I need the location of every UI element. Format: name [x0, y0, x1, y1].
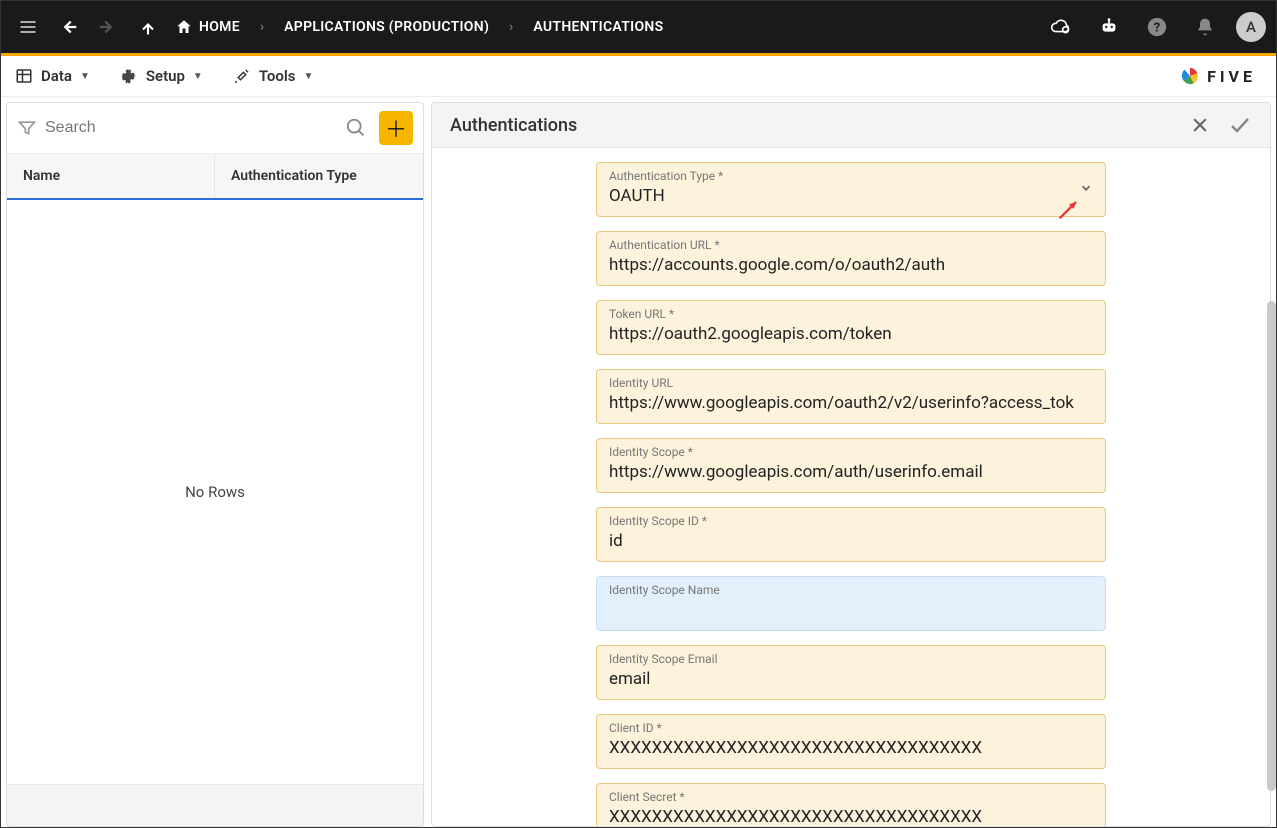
field-label: Client Secret * [609, 790, 1093, 804]
search-icon[interactable] [345, 117, 367, 139]
field-value: https://oauth2.googleapis.com/token [609, 324, 1093, 346]
field-identity-scope[interactable]: Identity Scope * https://www.googleapis.… [596, 438, 1106, 493]
field-label: Authentication URL * [609, 238, 1093, 252]
detail-panel: Authentications Authentication Type * OA… [431, 102, 1271, 827]
field-value: XXXXXXXXXXXXXXXXXXXXXXXXXXXXXXXXXXX [609, 738, 1093, 760]
search-input[interactable] [45, 119, 337, 137]
home-icon [175, 18, 193, 36]
pinwheel-icon [1179, 65, 1201, 87]
field-value: email [609, 669, 1093, 691]
brand-logo: FIVE [1179, 65, 1256, 87]
field-value: XXXXXXXXXXXXXXXXXXXXXXXXXXXXXXXXXXX [609, 807, 1093, 826]
breadcrumb: HOME › APPLICATIONS (PRODUCTION) › AUTHE… [175, 18, 663, 36]
field-value: https://accounts.google.com/o/oauth2/aut… [609, 255, 1093, 277]
chevron-down-icon: ▼ [193, 71, 203, 82]
scrollbar[interactable] [1267, 301, 1276, 791]
field-label: Authentication Type * [609, 169, 1093, 183]
gear-icon [120, 67, 138, 85]
up-arrow-icon[interactable] [131, 10, 165, 44]
menu-setup[interactable]: Setup ▼ [120, 67, 203, 85]
field-label: Token URL * [609, 307, 1093, 321]
field-token-url[interactable]: Token URL * https://oauth2.googleapis.co… [596, 300, 1106, 355]
field-value: https://www.googleapis.com/oauth2/v2/use… [609, 393, 1093, 415]
detail-header: Authentications [432, 103, 1270, 148]
chevron-down-icon: ▼ [80, 71, 90, 82]
breadcrumb-authentications-label: AUTHENTICATIONS [533, 19, 663, 35]
menu-setup-label: Setup [146, 67, 185, 85]
breadcrumb-authentications[interactable]: AUTHENTICATIONS [533, 19, 663, 35]
field-value: OAUTH [609, 186, 1093, 208]
help-icon[interactable]: ? [1140, 10, 1174, 44]
field-label: Identity URL [609, 376, 1093, 390]
menu-tools[interactable]: Tools ▼ [233, 67, 314, 85]
list-footer [7, 784, 423, 826]
field-client-id[interactable]: Client ID * XXXXXXXXXXXXXXXXXXXXXXXXXXXX… [596, 714, 1106, 769]
table-icon [15, 67, 33, 85]
breadcrumb-applications[interactable]: APPLICATIONS (PRODUCTION) [284, 19, 489, 35]
search-bar: ＋ [7, 103, 423, 154]
field-client-secret[interactable]: Client Secret * XXXXXXXXXXXXXXXXXXXXXXXX… [596, 783, 1106, 826]
field-scope-name[interactable]: Identity Scope Name [596, 576, 1106, 631]
avatar[interactable]: A [1236, 12, 1266, 42]
tools-icon [233, 67, 251, 85]
field-scope-id[interactable]: Identity Scope ID * id [596, 507, 1106, 562]
field-value: id [609, 531, 1093, 553]
breadcrumb-home-label: HOME [199, 19, 240, 35]
plus-icon: ＋ [385, 112, 407, 144]
table-header: Name Authentication Type [7, 154, 423, 200]
menu-data[interactable]: Data ▼ [15, 67, 90, 85]
close-icon [1190, 115, 1210, 135]
filter-icon[interactable] [17, 118, 37, 138]
hamburger-menu-icon[interactable] [11, 10, 45, 44]
add-button[interactable]: ＋ [379, 111, 413, 145]
field-scope-email[interactable]: Identity Scope Email email [596, 645, 1106, 700]
menu-data-label: Data [41, 67, 72, 85]
chevron-down-icon: ▼ [304, 71, 314, 82]
breadcrumb-applications-label: APPLICATIONS (PRODUCTION) [284, 19, 489, 35]
field-label: Identity Scope ID * [609, 514, 1093, 528]
close-button[interactable] [1190, 115, 1210, 135]
field-label: Identity Scope * [609, 445, 1093, 459]
field-value: https://www.googleapis.com/auth/userinfo… [609, 462, 1093, 484]
confirm-button[interactable] [1228, 113, 1252, 137]
forward-arrow-icon [91, 10, 125, 44]
empty-state: No Rows [7, 200, 423, 784]
cloud-sync-icon[interactable] [1044, 10, 1078, 44]
menu-tools-label: Tools [259, 67, 296, 85]
avatar-letter: A [1246, 18, 1256, 36]
svg-text:?: ? [1154, 21, 1160, 36]
field-auth-url[interactable]: Authentication URL * https://accounts.go… [596, 231, 1106, 286]
brand-logo-text: FIVE [1207, 67, 1256, 86]
chevron-right-icon: › [250, 19, 274, 35]
breadcrumb-home[interactable]: HOME [175, 18, 240, 36]
col-name-header[interactable]: Name [7, 154, 215, 198]
field-identity-url[interactable]: Identity URL https://www.googleapis.com/… [596, 369, 1106, 424]
main-area: ＋ Name Authentication Type No Rows Authe… [1, 97, 1276, 827]
back-arrow-icon[interactable] [51, 10, 85, 44]
list-panel: ＋ Name Authentication Type No Rows [6, 102, 424, 827]
field-value [609, 600, 1093, 622]
empty-state-text: No Rows [185, 483, 245, 501]
field-label: Client ID * [609, 721, 1093, 735]
field-auth-type[interactable]: Authentication Type * OAUTH [596, 162, 1106, 217]
col-type-header[interactable]: Authentication Type [215, 154, 423, 198]
chevron-down-icon[interactable] [1079, 181, 1093, 195]
top-app-bar: HOME › APPLICATIONS (PRODUCTION) › AUTHE… [1, 1, 1276, 53]
bot-icon[interactable] [1092, 10, 1126, 44]
form-area: Authentication Type * OAUTH Authenticati… [432, 148, 1270, 826]
bell-icon[interactable] [1188, 10, 1222, 44]
check-icon [1228, 113, 1252, 137]
field-label: Identity Scope Name [609, 583, 1093, 597]
page-title: Authentications [450, 115, 577, 136]
menu-bar: Data ▼ Setup ▼ Tools ▼ FIVE [1, 56, 1276, 97]
field-label: Identity Scope Email [609, 652, 1093, 666]
chevron-right-icon: › [499, 19, 523, 35]
